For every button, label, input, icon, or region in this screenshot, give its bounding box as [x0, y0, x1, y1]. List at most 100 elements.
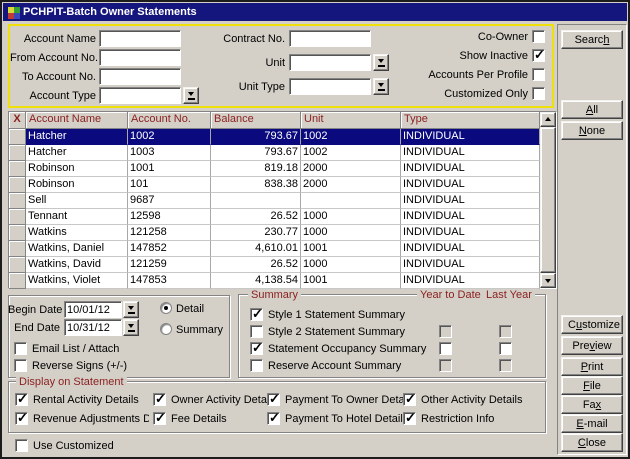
cell-balance: 4,138.54	[211, 273, 301, 289]
cell-account-name: Robinson	[26, 161, 128, 177]
fax-button[interactable]: Fax	[561, 395, 623, 414]
email-button[interactable]: E-mail	[561, 414, 623, 433]
cell-account-name: Robinson	[26, 177, 128, 193]
account-name-input[interactable]	[99, 30, 181, 47]
table-row[interactable]: Watkins 121258 230.77 1000 INDIVIDUAL	[9, 225, 556, 241]
none-button[interactable]: None	[561, 121, 623, 140]
email-list-label: Email List / Attach	[32, 343, 119, 356]
account-type-dropdown-button[interactable]	[183, 87, 199, 104]
row-selector[interactable]	[9, 257, 26, 273]
table-row[interactable]: Tennant 12598 26.52 1000 INDIVIDUAL	[9, 209, 556, 225]
payment-owner-checkbox[interactable]	[267, 393, 280, 406]
row-selector[interactable]	[9, 241, 26, 257]
table-row[interactable]: Watkins, Daniel 147852 4,610.01 1001 IND…	[9, 241, 556, 257]
row-selector[interactable]	[9, 129, 26, 145]
to-account-no-input[interactable]	[99, 68, 181, 85]
account-type-input[interactable]	[99, 87, 181, 104]
unit-type-input[interactable]	[289, 78, 371, 95]
occupancy-ytd-checkbox[interactable]	[439, 342, 452, 355]
unit-type-label: Unit Type	[202, 81, 285, 94]
fee-details-checkbox[interactable]	[153, 412, 166, 425]
cell-unit: 1001	[301, 273, 401, 289]
row-selector[interactable]	[9, 225, 26, 241]
detail-radio[interactable]	[160, 302, 172, 314]
from-account-no-label: From Account No.	[10, 52, 96, 65]
cell-balance: 230.77	[211, 225, 301, 241]
row-selector[interactable]	[9, 145, 26, 161]
unit-input[interactable]	[289, 54, 371, 71]
reserve-ytd-checkbox[interactable]	[439, 359, 452, 372]
customized-only-label: Customized Only	[388, 88, 528, 101]
table-row[interactable]: Robinson 1001 819.18 2000 INDIVIDUAL	[9, 161, 556, 177]
unit-dropdown-button[interactable]	[373, 54, 389, 71]
cell-account-name: Watkins, David	[26, 257, 128, 273]
reserve-summary-checkbox[interactable]	[250, 359, 263, 372]
row-selector[interactable]	[9, 273, 26, 289]
style1-summary-checkbox[interactable]	[250, 308, 263, 321]
row-selector[interactable]	[9, 177, 26, 193]
table-row[interactable]: Hatcher 1002 793.67 1002 INDIVIDUAL	[9, 129, 556, 145]
row-selector[interactable]	[9, 209, 26, 225]
scroll-down-button[interactable]	[540, 273, 556, 288]
row-selector[interactable]	[9, 161, 26, 177]
col-header-type[interactable]: Type	[401, 112, 540, 129]
summary-radio[interactable]	[160, 323, 172, 335]
revenue-adjustments-checkbox[interactable]	[15, 412, 28, 425]
col-header-x[interactable]: X	[9, 112, 26, 129]
file-button[interactable]: File	[561, 376, 623, 395]
cell-type: INDIVIDUAL	[401, 225, 540, 241]
end-date-input[interactable]	[64, 319, 122, 336]
cell-unit	[301, 193, 401, 209]
occupancy-summary-checkbox[interactable]	[250, 342, 263, 355]
begin-date-dropdown-button[interactable]	[123, 301, 139, 318]
cell-account-no: 101	[128, 177, 211, 193]
style2-summary-checkbox[interactable]	[250, 325, 263, 338]
use-customized-checkbox[interactable]	[15, 439, 28, 452]
owner-activity-checkbox[interactable]	[153, 393, 166, 406]
rental-activity-checkbox[interactable]	[15, 393, 28, 406]
print-button[interactable]: Print	[561, 357, 623, 376]
other-activity-checkbox[interactable]	[403, 393, 416, 406]
payment-hotel-checkbox[interactable]	[267, 412, 280, 425]
unit-type-dropdown-button[interactable]	[373, 78, 389, 95]
scrollbar-thumb[interactable]	[540, 127, 556, 273]
close-button[interactable]: Close	[561, 433, 623, 452]
occupancy-lastyear-checkbox[interactable]	[499, 342, 512, 355]
from-account-no-input[interactable]	[99, 49, 181, 66]
accounts-table: X Account Name Account No. Balance Unit …	[8, 111, 557, 289]
title-bar: PCHPIT-Batch Owner Statements	[3, 3, 627, 21]
table-row[interactable]: Robinson 101 838.38 2000 INDIVIDUAL	[9, 177, 556, 193]
col-header-unit[interactable]: Unit	[301, 112, 401, 129]
preview-button[interactable]: Preview	[561, 336, 623, 355]
all-button[interactable]: All	[561, 100, 623, 119]
style2-lastyear-checkbox[interactable]	[499, 325, 512, 338]
to-account-no-label: To Account No.	[10, 71, 96, 84]
accounts-per-profile-checkbox[interactable]	[532, 68, 545, 81]
customize-button[interactable]: Customize	[561, 315, 623, 334]
table-row[interactable]: Watkins, Violet 147853 4,138.54 1001 IND…	[9, 273, 556, 289]
col-header-balance[interactable]: Balance	[211, 112, 301, 129]
customized-only-checkbox[interactable]	[532, 87, 545, 100]
reverse-signs-checkbox[interactable]	[14, 359, 27, 372]
style2-ytd-checkbox[interactable]	[439, 325, 452, 338]
table-row[interactable]: Watkins, David 121259 26.52 1000 INDIVID…	[9, 257, 556, 273]
scroll-up-button[interactable]	[540, 112, 556, 127]
reverse-signs-label: Reverse Signs (+/-)	[32, 360, 127, 373]
row-selector[interactable]	[9, 193, 26, 209]
last-year-label: Last Year	[483, 289, 535, 301]
contract-no-input[interactable]	[289, 30, 371, 47]
show-inactive-checkbox[interactable]	[532, 49, 545, 62]
begin-date-input[interactable]	[64, 301, 122, 318]
col-header-account-no[interactable]: Account No.	[128, 112, 211, 129]
email-list-checkbox[interactable]	[14, 342, 27, 355]
restriction-info-checkbox[interactable]	[403, 412, 416, 425]
table-row[interactable]: Hatcher 1003 793.67 1002 INDIVIDUAL	[9, 145, 556, 161]
search-button[interactable]: Search	[561, 30, 623, 49]
table-row[interactable]: Sell 9687 INDIVIDUAL	[9, 193, 556, 209]
reserve-lastyear-checkbox[interactable]	[499, 359, 512, 372]
col-header-account-name[interactable]: Account Name	[26, 112, 128, 129]
end-date-dropdown-button[interactable]	[123, 319, 139, 336]
table-scrollbar[interactable]	[540, 112, 556, 288]
co-owner-checkbox[interactable]	[532, 30, 545, 43]
cell-account-name: Watkins, Violet	[26, 273, 128, 289]
